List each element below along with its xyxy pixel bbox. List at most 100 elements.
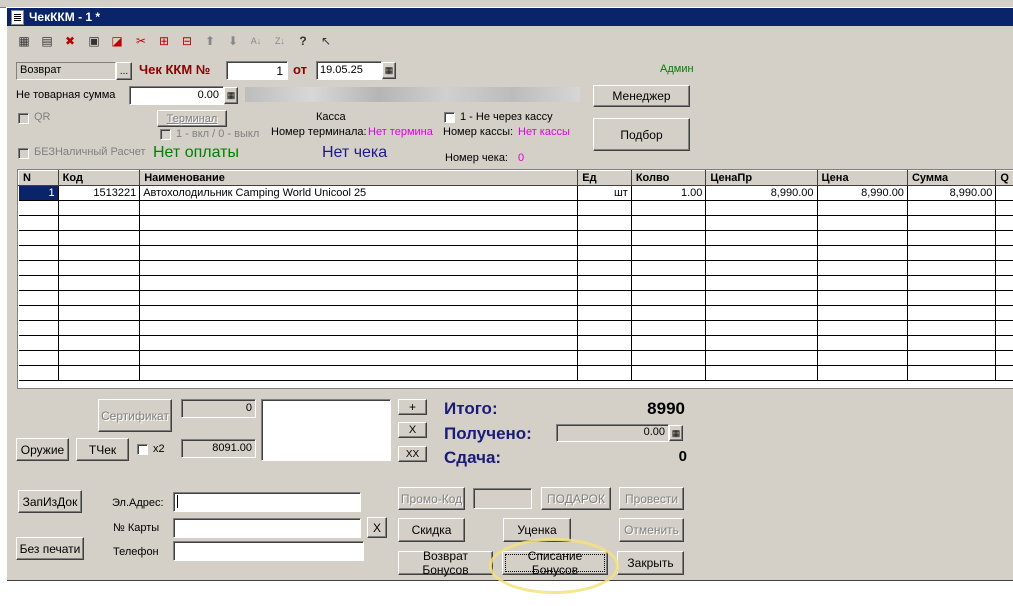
empty-cell[interactable] (18, 290, 59, 306)
empty-cell[interactable] (705, 305, 818, 321)
table-row[interactable] (18, 365, 1013, 381)
empty-cell[interactable] (18, 365, 59, 381)
empty-cell[interactable] (631, 230, 707, 246)
empty-cell[interactable] (58, 290, 141, 306)
empty-cell[interactable] (58, 245, 141, 261)
received-calculator-icon[interactable]: ▦ (669, 425, 683, 441)
empty-cell[interactable] (18, 320, 59, 336)
table-row[interactable] (18, 335, 1013, 351)
cell-code[interactable]: 1513221 (58, 185, 141, 201)
manager-button[interactable]: Менеджер (593, 85, 690, 107)
table-row[interactable] (18, 200, 1013, 216)
calendar-icon[interactable]: ▦ (382, 62, 396, 79)
cell-name[interactable]: Автохолодильник Camping World Unicool 25 (139, 185, 579, 201)
empty-cell[interactable] (577, 245, 632, 261)
empty-cell[interactable] (18, 350, 59, 366)
empty-cell[interactable] (907, 350, 997, 366)
empty-cell[interactable] (577, 335, 632, 351)
empty-cell[interactable] (577, 230, 632, 246)
select-button[interactable]: Подбор (593, 118, 690, 151)
empty-cell[interactable] (139, 305, 579, 321)
terminal-button[interactable]: Терминал (157, 110, 227, 127)
notes-area[interactable] (261, 399, 391, 461)
calculator-icon[interactable]: ▦ (224, 87, 238, 104)
empty-cell[interactable] (817, 215, 908, 231)
edit-row-icon[interactable]: ▣ (84, 31, 104, 51)
arrow-up-icon[interactable]: ⬆ (200, 31, 220, 51)
x-button[interactable]: X (398, 422, 427, 438)
cell-qty[interactable]: 1.00 (631, 185, 707, 201)
conduct-button[interactable]: Провести (619, 487, 684, 510)
empty-cell[interactable] (577, 350, 632, 366)
empty-cell[interactable] (995, 320, 1013, 336)
empty-cell[interactable] (817, 350, 908, 366)
empty-cell[interactable] (631, 200, 707, 216)
insert-icon[interactable]: ⊟ (177, 31, 197, 51)
new-row-icon[interactable]: ▦ (14, 31, 34, 51)
cell-sum[interactable]: 8,990.00 (907, 185, 997, 201)
context-help-icon[interactable]: ↖ (316, 31, 336, 51)
empty-cell[interactable] (18, 305, 59, 321)
empty-cell[interactable] (139, 365, 579, 381)
title-bar[interactable]: ЧекККМ - 1 * (7, 8, 1013, 26)
empty-cell[interactable] (58, 305, 141, 321)
column-header[interactable]: N (18, 170, 59, 186)
card-clear-button[interactable]: X (367, 517, 387, 538)
cell-unit[interactable]: шт (577, 185, 632, 201)
empty-cell[interactable] (817, 275, 908, 291)
empty-cell[interactable] (139, 260, 579, 276)
empty-cell[interactable] (631, 260, 707, 276)
empty-cell[interactable] (631, 350, 707, 366)
copy-row-icon[interactable]: ▤ (37, 31, 57, 51)
help-icon[interactable]: ? (293, 31, 313, 51)
card-input[interactable] (173, 518, 361, 538)
certificate-value-field[interactable]: 0 (181, 399, 256, 418)
empty-cell[interactable] (577, 365, 632, 381)
empty-cell[interactable] (577, 305, 632, 321)
empty-cell[interactable] (995, 275, 1013, 291)
empty-cell[interactable] (705, 275, 818, 291)
empty-cell[interactable] (577, 260, 632, 276)
table-row[interactable]: 1 1513221 Автохолодильник Camping World … (18, 185, 1013, 201)
empty-cell[interactable] (907, 215, 997, 231)
check-number-field[interactable]: 1 (226, 61, 288, 80)
tcheck-button[interactable]: ТЧек (76, 438, 129, 461)
empty-cell[interactable] (995, 215, 1013, 231)
operation-select[interactable]: Возврат (16, 62, 116, 80)
discount-button[interactable]: Скидка (398, 518, 465, 542)
empty-cell[interactable] (18, 245, 59, 261)
return-bonus-button[interactable]: Возврат Бонусов (398, 549, 493, 577)
table-row[interactable] (18, 290, 1013, 306)
empty-cell[interactable] (58, 350, 141, 366)
empty-cell[interactable] (18, 200, 59, 216)
empty-cell[interactable] (577, 275, 632, 291)
non-goods-amount-field[interactable]: 0.00 (129, 86, 224, 105)
zapizdok-button[interactable]: ЗапИзДок (18, 490, 82, 513)
empty-cell[interactable] (995, 245, 1013, 261)
plus-button[interactable]: + (398, 399, 427, 415)
empty-cell[interactable] (995, 350, 1013, 366)
empty-cell[interactable] (139, 290, 579, 306)
cell-n[interactable]: 1 (18, 185, 59, 201)
amount-field[interactable]: 8091.00 (181, 439, 256, 458)
table-row[interactable] (18, 260, 1013, 276)
table-row[interactable] (18, 230, 1013, 246)
terminal-toggle-checkbox[interactable] (160, 129, 171, 140)
column-header[interactable]: Ед (577, 170, 632, 186)
empty-cell[interactable] (995, 260, 1013, 276)
move-icon[interactable]: ⊞ (154, 31, 174, 51)
empty-cell[interactable] (18, 275, 59, 291)
empty-cell[interactable] (817, 245, 908, 261)
empty-cell[interactable] (705, 230, 818, 246)
table-row[interactable] (18, 305, 1013, 321)
empty-cell[interactable] (705, 215, 818, 231)
table-row[interactable] (18, 275, 1013, 291)
column-header[interactable]: Цена (816, 170, 908, 186)
empty-cell[interactable] (907, 275, 997, 291)
table-row[interactable] (18, 320, 1013, 336)
empty-cell[interactable] (139, 275, 579, 291)
cell-price-pr[interactable]: 8,990.00 (705, 185, 818, 201)
table-row[interactable] (18, 245, 1013, 261)
empty-cell[interactable] (817, 365, 908, 381)
empty-cell[interactable] (995, 365, 1013, 381)
